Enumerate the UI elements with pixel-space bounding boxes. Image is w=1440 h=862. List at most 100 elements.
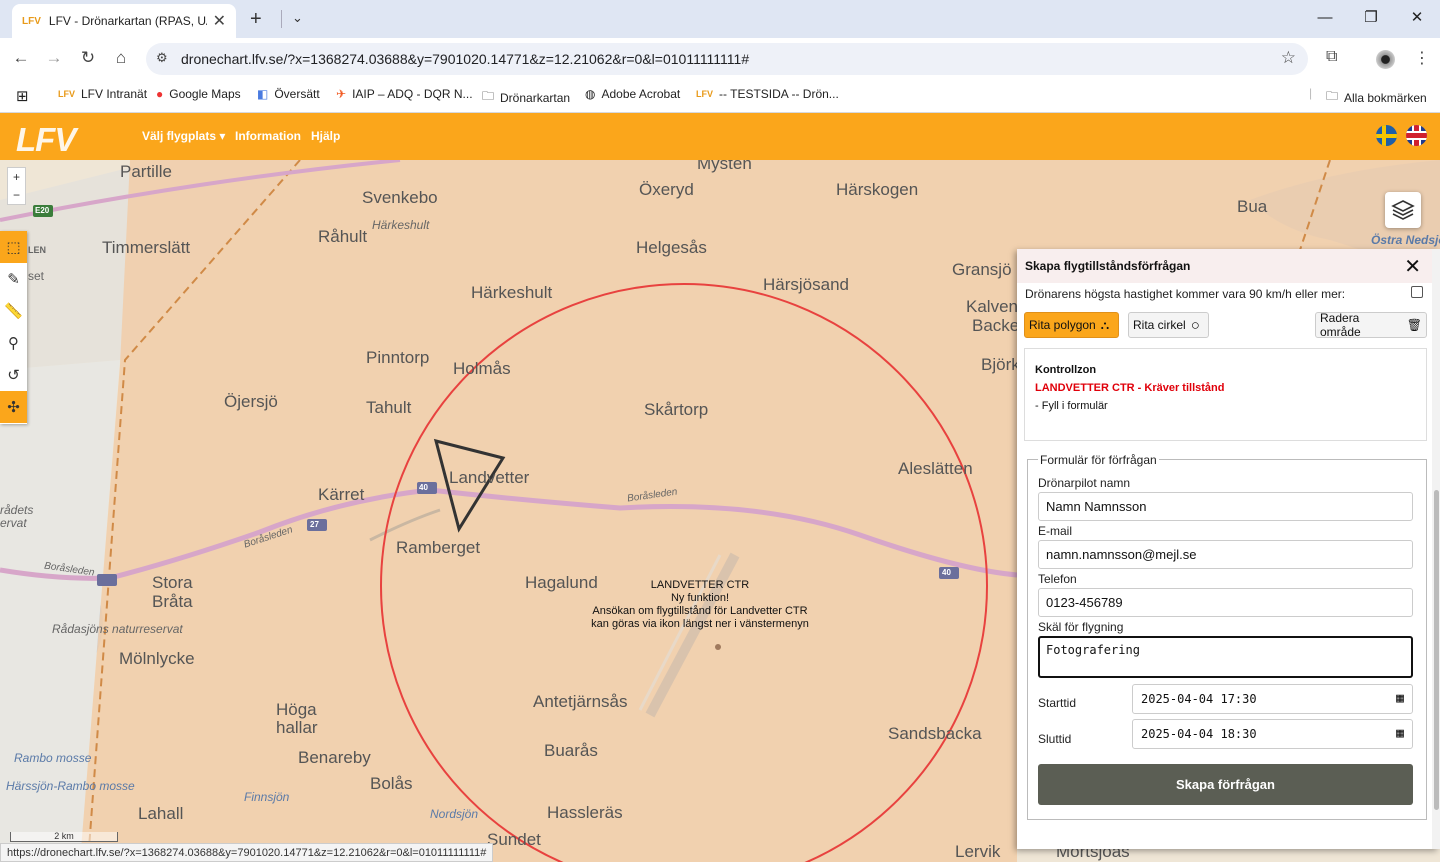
polygon-icon: ⛬ — [1100, 317, 1110, 332]
map-label: Öjersjö — [224, 392, 278, 411]
bookmark-star-icon[interactable]: ☆ — [1281, 48, 1296, 68]
folder-icon: 🗀 — [1326, 89, 1339, 103]
speed-checkbox[interactable] — [1411, 286, 1423, 298]
browser-menu-icon[interactable]: ⋮ — [1414, 48, 1430, 68]
map-label: Härsjösand — [763, 275, 849, 294]
menu-information[interactable]: Information — [235, 129, 301, 143]
tab-close-icon[interactable]: ✕ — [213, 11, 226, 31]
swedish-flag-icon[interactable] — [1376, 125, 1397, 146]
calendar-icon[interactable]: ▦ — [1396, 726, 1404, 741]
start-time-field[interactable]: 2025-04-04 17:30 ▦ — [1132, 684, 1413, 714]
map-label: Rådasjöns naturreservat — [52, 622, 183, 636]
measure-ruler-icon[interactable]: 📏 — [0, 295, 27, 327]
create-request-button[interactable]: Skapa förfrågan — [1038, 764, 1413, 805]
draw-pencil-icon[interactable]: ✎ — [0, 263, 27, 295]
tab-title: LFV - Drönarkartan (RPAS, UAS, — [48, 14, 207, 28]
map-label: Holmås — [453, 359, 511, 378]
map-label: Björk — [981, 355, 1020, 374]
calendar-icon[interactable]: ▦ — [1396, 691, 1404, 706]
map-label: Råhult — [318, 227, 368, 246]
profile-avatar[interactable] — [1376, 50, 1395, 69]
site-info-icon[interactable]: ⚙ — [156, 50, 168, 66]
road-number: 27 — [310, 520, 319, 529]
map-label: Gransjö — [952, 260, 1012, 279]
scale-bar: 2 km — [10, 832, 118, 842]
history-icon[interactable]: ↺ — [0, 359, 27, 391]
map-label: Ramberget — [396, 538, 481, 557]
tab-search-chevron-icon[interactable]: ⌄ — [292, 10, 303, 26]
plane-icon: ✈ — [336, 87, 347, 101]
forward-icon[interactable]: → — [43, 48, 65, 68]
layers-icon — [1391, 200, 1415, 220]
drone-permit-icon[interactable]: ✣ — [0, 391, 27, 423]
back-icon[interactable]: ← — [10, 48, 32, 68]
draw-circle-button[interactable]: Rita cirkel ○ — [1128, 312, 1209, 338]
zoom-in-button[interactable]: + — [8, 168, 25, 186]
map-label: Öxeryd — [639, 180, 694, 199]
maximize-icon[interactable]: ❐ — [1348, 0, 1394, 38]
layers-button[interactable] — [1385, 192, 1421, 228]
home-icon[interactable]: ⌂ — [110, 48, 132, 68]
map-label: ervat — [0, 516, 27, 530]
delete-area-button[interactable]: Radera område 🗑 — [1315, 311, 1427, 339]
map-label: Pinntorp — [366, 348, 430, 367]
map-label: Härskogen — [836, 180, 919, 199]
end-time-field[interactable]: 2025-04-04 18:30 ▦ — [1132, 719, 1413, 749]
bookmark-dronarkartan[interactable]: 🗀 Drönarkartan — [482, 87, 570, 108]
road-number: E20 — [35, 206, 50, 215]
email-field[interactable]: namn.namnsson@mejl.se — [1038, 540, 1413, 569]
reason-label: Skäl för flygning — [1038, 620, 1124, 634]
extensions-icon[interactable]: ⧉ — [1326, 48, 1337, 66]
folder-icon: 🗀 — [482, 89, 495, 103]
apps-grid-icon[interactable]: ⊞ — [16, 87, 29, 105]
bookmark-lfv-intranet[interactable]: LFV LFV Intranät — [58, 87, 147, 101]
menu-help[interactable]: Hjälp — [311, 129, 340, 143]
window-close-icon[interactable]: ✕ — [1394, 0, 1440, 38]
bookmark-iaip[interactable]: ✈ IAIP – ADQ - DQR N... — [336, 87, 473, 101]
map-label: Stora — [152, 573, 193, 592]
map-label: Backe — [972, 316, 1020, 335]
bookmark-testsida[interactable]: LFV -- TESTSIDA -- Drön... — [696, 87, 839, 101]
map-label: LEN — [28, 245, 46, 255]
end-label: Sluttid — [1038, 732, 1072, 746]
all-bookmarks[interactable]: 🗀 Alla bokmärken — [1326, 87, 1427, 108]
map-label: Hassleräs — [547, 803, 623, 822]
map-label: Härkeshult — [471, 283, 553, 302]
translate-icon: ◧ — [257, 87, 269, 101]
map-pin-icon: ● — [156, 87, 164, 101]
road-number: 40 — [419, 483, 428, 492]
panel-close-icon[interactable]: ✕ — [1404, 254, 1421, 279]
select-tool-icon[interactable]: ⬚ — [0, 231, 27, 263]
zoom-out-button[interactable]: − — [8, 186, 25, 204]
search-icon[interactable]: ⚲ — [0, 327, 27, 359]
phone-field[interactable]: 0123-456789 — [1038, 588, 1413, 617]
circle-icon: ○ — [1190, 316, 1200, 334]
map-label: hallar — [276, 718, 318, 737]
status-url: https://dronechart.lfv.se/?x=1368274.036… — [0, 843, 494, 862]
bookmark-google-maps[interactable]: ● Google Maps — [156, 87, 241, 101]
browser-tab-bar: LFV LFV - Drönarkartan (RPAS, UAS, ✕ + ⌄… — [0, 0, 1440, 38]
pilot-name-field[interactable]: Namn Namnsson — [1038, 492, 1413, 521]
map-label: Antetjärnsås — [533, 692, 628, 711]
new-tab-button[interactable]: + — [250, 8, 262, 31]
map-label: Bråta — [152, 592, 193, 611]
phone-label: Telefon — [1038, 572, 1077, 586]
english-flag-icon[interactable] — [1406, 125, 1427, 146]
minimize-icon[interactable]: — — [1302, 0, 1348, 38]
map-label: Buarås — [544, 741, 598, 760]
map-label: Aleslätten — [898, 459, 973, 478]
bookmark-translate[interactable]: ◧ Översätt — [257, 87, 320, 101]
request-form: Formulär för förfrågan Drönarpilot namn … — [1027, 453, 1427, 820]
panel-scrollbar-thumb[interactable] — [1434, 490, 1439, 810]
map-label: Finnsjön — [244, 790, 290, 804]
draw-polygon-button[interactable]: Rita polygon ⛬ — [1024, 312, 1119, 338]
browser-tab[interactable]: LFV LFV - Drönarkartan (RPAS, UAS, ✕ — [12, 4, 236, 38]
reload-icon[interactable]: ↻ — [77, 48, 99, 68]
lfv-logo[interactable]: LFV — [16, 121, 76, 159]
menu-choose-airport[interactable]: Välj flygplats ▾ — [142, 129, 225, 143]
url-field[interactable]: ⚙ dronechart.lfv.se/?x=1368274.03688&y=7… — [146, 43, 1308, 75]
reason-textarea[interactable]: Fotografering — [1038, 636, 1413, 678]
map-label: Kärret — [318, 485, 365, 504]
bookmark-adobe-acrobat[interactable]: ◍ Adobe Acrobat — [585, 87, 680, 101]
lfv-favicon-icon: LFV — [22, 15, 41, 27]
